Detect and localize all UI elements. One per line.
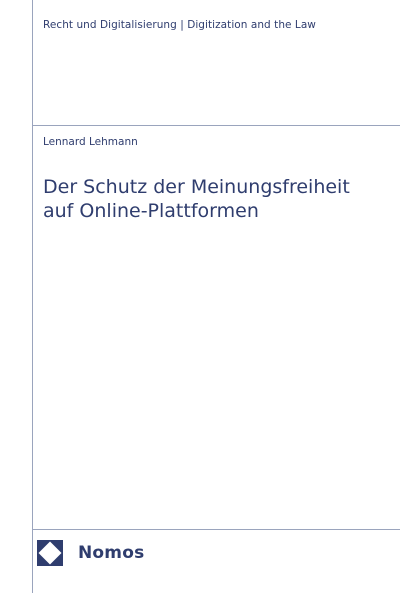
- book-title-line-1: Der Schutz der Meinungsfreiheit: [43, 176, 350, 198]
- author-name: Lennard Lehmann: [43, 136, 138, 148]
- book-title-line-2: auf Online-Plattformen: [43, 200, 259, 222]
- book-title: Der Schutz der Meinungsfreiheit auf Onli…: [43, 175, 388, 223]
- vertical-rule: [32, 0, 33, 593]
- nomos-logo-icon: [37, 540, 63, 566]
- lower-horizontal-rule: [32, 529, 400, 530]
- publisher-block: Nomos: [37, 540, 144, 566]
- series-title: Recht und Digitalisierung | Digitization…: [43, 19, 316, 31]
- publisher-name: Nomos: [78, 543, 145, 563]
- upper-horizontal-rule: [32, 125, 400, 126]
